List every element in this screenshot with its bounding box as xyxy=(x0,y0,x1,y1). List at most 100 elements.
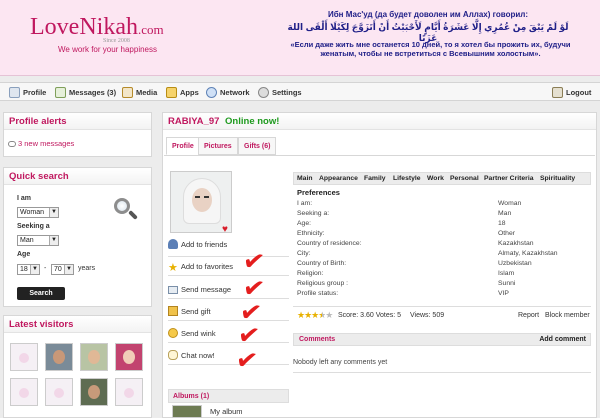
gear-icon xyxy=(258,87,269,98)
visitor-thumb[interactable] xyxy=(10,378,38,406)
albums-header[interactable]: Albums (1) xyxy=(168,389,289,403)
latest-visitors-title: Latest visitors xyxy=(4,316,151,333)
smiley-icon xyxy=(168,328,178,338)
profile-username: RABIYA_97 xyxy=(168,116,220,127)
visitor-thumb[interactable] xyxy=(10,343,38,371)
chevron-down-icon: ▼ xyxy=(49,208,58,217)
pref-row: Profile status: VIP xyxy=(297,290,509,297)
magnifier-icon xyxy=(112,196,138,222)
logo-since: Since 2008 xyxy=(103,38,130,44)
iam-label: I am xyxy=(17,195,32,202)
new-messages-link[interactable]: 3 new messages xyxy=(8,139,74,148)
profile-icon xyxy=(9,87,20,98)
visitor-thumb[interactable] xyxy=(115,378,143,406)
iam-select[interactable]: Woman ▼ xyxy=(17,207,59,218)
visitor-thumb[interactable] xyxy=(115,343,143,371)
views-count: Views: 509 xyxy=(410,312,445,319)
age-separator: - xyxy=(44,265,47,272)
gift-icon xyxy=(168,306,178,316)
tab-gifts[interactable]: Gifts (6) xyxy=(238,137,277,155)
comments-header: Comments Add comment xyxy=(293,333,591,346)
pref-row: Ethnicity: Other xyxy=(297,230,515,237)
age-label: Age xyxy=(17,251,31,258)
pref-row: Country of residence: Kazakhstan xyxy=(297,240,534,247)
chevron-down-icon: ▼ xyxy=(64,265,73,274)
age-from-select[interactable]: 18 ▼ xyxy=(17,264,40,275)
visitor-thumb[interactable] xyxy=(80,378,108,406)
tabs-divider xyxy=(164,155,595,156)
profile-alerts-panel: Profile alerts 3 new messages xyxy=(3,112,152,157)
envelope-icon xyxy=(168,286,178,294)
tab-partner-criteria[interactable]: Partner Criteria xyxy=(484,173,534,185)
age-unit: years xyxy=(78,265,96,272)
nav-profile[interactable]: Profile xyxy=(9,83,46,102)
tab-lifestyle[interactable]: Lifestyle xyxy=(393,173,421,185)
divider xyxy=(293,372,591,373)
profile-alerts-title: Profile alerts xyxy=(4,113,151,130)
quote-title: Ибн Мас'уд (да будет доволен им Аллах) г… xyxy=(327,10,528,19)
red-checkmark: ✔ xyxy=(234,343,260,377)
site-logo[interactable]: LoveNikah.com xyxy=(30,14,164,41)
nav-settings[interactable]: Settings xyxy=(258,83,302,102)
logo-tagline: We work for your happiness xyxy=(58,45,158,54)
add-favorites-link[interactable]: ★ Add to favorites xyxy=(168,257,289,276)
report-link[interactable]: Report xyxy=(518,312,539,319)
chat-bubble-icon xyxy=(168,350,178,360)
network-icon xyxy=(206,87,217,98)
visitor-thumb[interactable] xyxy=(45,343,73,371)
heart-icon[interactable]: ♥ xyxy=(222,224,228,235)
pref-row: Religion: Islam xyxy=(297,270,515,277)
send-gift-link[interactable]: Send gift xyxy=(168,302,289,321)
online-status: Online now! xyxy=(225,116,280,127)
seeking-label: Seeking a xyxy=(17,223,50,230)
tab-pictures[interactable]: Pictures xyxy=(198,137,238,155)
age-to-select[interactable]: 70 ▼ xyxy=(51,264,74,275)
comments-title: Comments xyxy=(299,336,336,343)
rating-stars[interactable]: ★★★★★ xyxy=(297,311,333,320)
chevron-down-icon: ▼ xyxy=(30,265,39,274)
add-comment-link[interactable]: Add comment xyxy=(539,334,586,346)
nav-messages[interactable]: Messages (3) xyxy=(55,83,116,102)
seeking-select[interactable]: Man ▼ xyxy=(17,235,59,246)
visitor-thumb[interactable] xyxy=(45,378,73,406)
nav-media[interactable]: Media xyxy=(122,83,157,102)
nav-logout[interactable]: Logout xyxy=(552,83,591,102)
quote-text: «Если даже жить мне останется 10 дней, т… xyxy=(290,40,571,58)
tab-spirituality[interactable]: Spirituality xyxy=(540,173,575,185)
pref-row: Age: 18 xyxy=(297,220,506,227)
messages-icon xyxy=(55,87,66,98)
tab-work[interactable]: Work xyxy=(427,173,444,185)
site-header: LoveNikah.com Since 2008 We work for you… xyxy=(0,0,600,76)
pref-row: Seeking a: Man xyxy=(297,210,512,217)
tab-profile[interactable]: Profile xyxy=(166,137,200,155)
send-message-link[interactable]: Send message xyxy=(168,280,289,299)
album-thumb[interactable] xyxy=(172,405,202,418)
pref-row: Religious group : Sunni xyxy=(297,280,516,287)
tab-family[interactable]: Family xyxy=(364,173,386,185)
main-nav: Profile Messages (3) Media Apps Network … xyxy=(0,82,600,101)
nav-network[interactable]: Network xyxy=(206,83,250,102)
add-friends-link[interactable]: Add to friends xyxy=(168,235,289,254)
block-member-link[interactable]: Block member xyxy=(545,312,590,319)
info-tabs: Main Appearance Family Lifestyle Work Pe… xyxy=(293,172,591,185)
visitor-thumb[interactable] xyxy=(80,343,108,371)
album-name[interactable]: My album xyxy=(210,407,243,416)
send-wink-link[interactable]: Send wink xyxy=(168,324,289,343)
speech-bubble-icon xyxy=(8,141,16,147)
media-icon xyxy=(122,87,133,98)
tab-appearance[interactable]: Appearance xyxy=(319,173,358,185)
star-icon: ★ xyxy=(168,262,178,274)
divider xyxy=(293,306,591,307)
user-add-icon xyxy=(168,239,178,249)
apps-icon xyxy=(166,87,177,98)
chevron-down-icon: ▼ xyxy=(49,236,58,245)
comments-empty: Nobody left any comments yet xyxy=(293,359,388,366)
search-button[interactable]: Search xyxy=(17,287,65,300)
nav-apps[interactable]: Apps xyxy=(166,83,199,102)
pref-row: Country of Birth: Uzbekistan xyxy=(297,260,532,267)
logout-icon xyxy=(552,87,563,98)
tab-main[interactable]: Main xyxy=(297,173,312,185)
profile-header: RABIYA_97 Online now! xyxy=(163,113,596,130)
chat-now-link[interactable]: Chat now! xyxy=(168,346,289,365)
tab-personal[interactable]: Personal xyxy=(450,173,479,185)
